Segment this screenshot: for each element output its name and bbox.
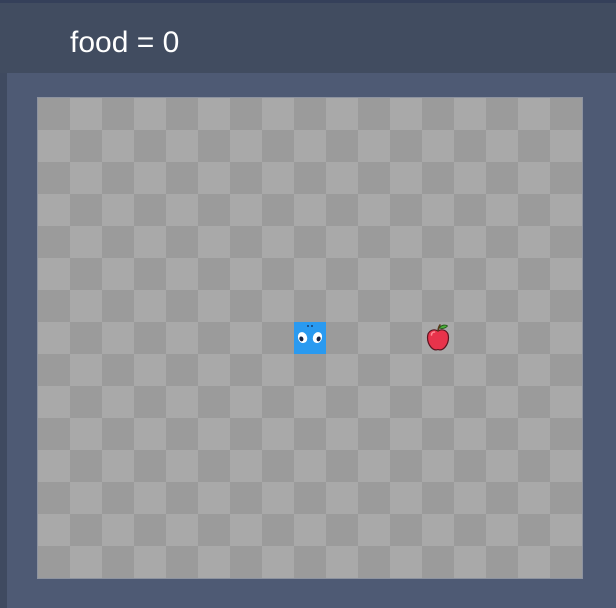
apple-graphic bbox=[426, 324, 450, 351]
snake-pupil bbox=[298, 335, 305, 342]
score-header: food = 0 bbox=[0, 3, 616, 73]
apple-icon bbox=[422, 322, 454, 354]
snake-eye-right bbox=[311, 330, 324, 345]
game-board[interactable] bbox=[38, 98, 582, 578]
food-counter-value: 0 bbox=[162, 26, 180, 59]
snake-pupil bbox=[315, 335, 322, 342]
snake-eye-left bbox=[296, 330, 309, 345]
food-counter-equals: = bbox=[128, 26, 163, 59]
snake-head bbox=[294, 322, 326, 354]
food-counter-label: food bbox=[70, 26, 129, 59]
snake-game: food = 0 bbox=[0, 0, 616, 608]
snake-nostril bbox=[311, 325, 313, 327]
left-edge bbox=[0, 73, 7, 608]
food-counter: food = 0 bbox=[70, 25, 179, 61]
snake-nostril bbox=[307, 325, 309, 327]
